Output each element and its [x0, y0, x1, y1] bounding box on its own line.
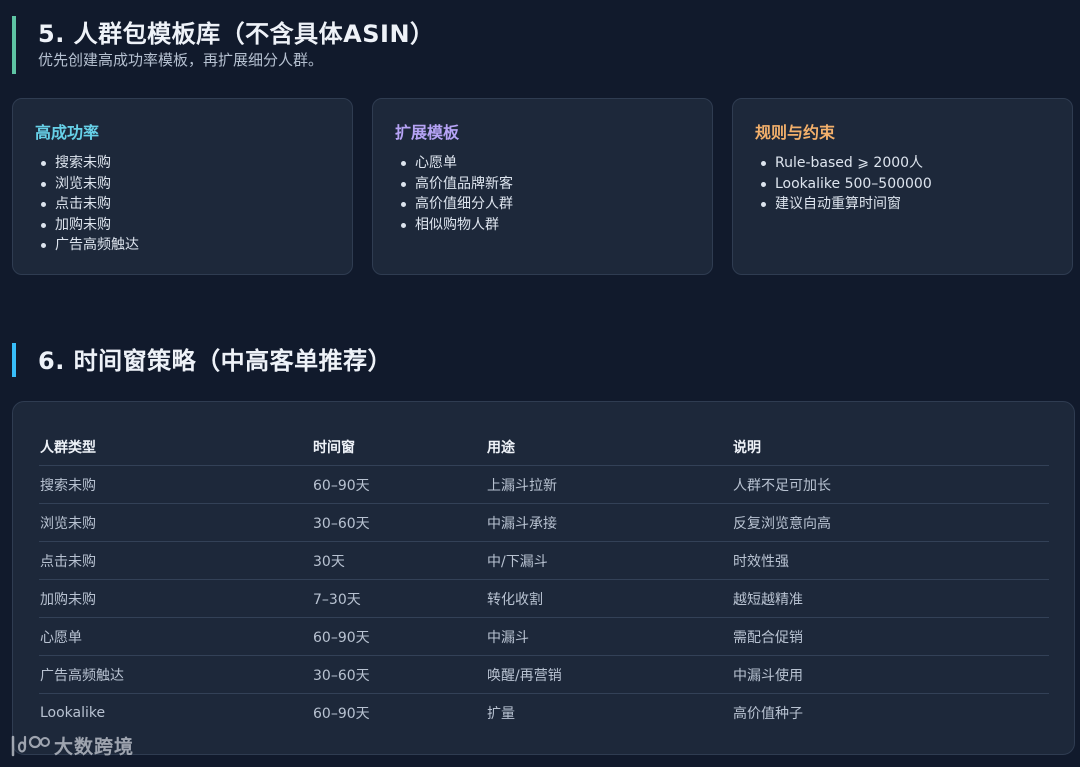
table-cell: 唤醒/再营销	[486, 655, 732, 694]
table-cell: 30–60天	[312, 655, 486, 694]
table-cell: 转化收割	[486, 579, 732, 618]
table-cell: 扩量	[487, 705, 515, 722]
table-cell: 广告高频触达	[39, 655, 312, 694]
table-cell: 时效性强	[732, 541, 1049, 580]
list-item-label: Rule-based ⩾ 2000人	[775, 155, 924, 171]
section-6-title: 6. 时间窗策略（中高客单推荐）	[38, 347, 393, 375]
list-item: Lookalike 500–500000	[755, 174, 1050, 195]
bullet-icon	[401, 181, 406, 187]
table-cell: 心愿单	[39, 617, 312, 656]
table-row: 心愿单 60–90天 中漏斗 需配合促销	[39, 617, 1049, 656]
table-cell: 30–60天	[312, 503, 486, 542]
list-item: 相似购物人群	[395, 215, 690, 236]
list-item: 加购未购	[35, 215, 330, 236]
list-item: 高价值细分人群	[395, 194, 690, 215]
bullet-icon	[761, 202, 766, 207]
table-cell: 反复浏览意向高	[732, 503, 1049, 542]
section-6-header: 6. 时间窗策略（中高客单推荐）	[12, 343, 392, 377]
bullet-icon	[761, 181, 766, 187]
list-item: 浏览未购	[35, 174, 330, 195]
table-cell: 中/下漏斗	[486, 541, 732, 580]
table-row: 点击未购 30天 中/下漏斗 时效性强	[39, 541, 1049, 580]
table-row: 广告高频触达 30–60天 唤醒/再营销 中漏斗使用	[39, 655, 1049, 694]
table-row: Lookalike 60–90天 扩量 高价值种子	[39, 694, 1049, 732]
table-cell: 需配合促销	[732, 617, 1049, 656]
bullet-icon	[401, 222, 406, 228]
bullet-icon	[41, 202, 46, 207]
table-cell: 30天	[312, 541, 486, 580]
watermark: 大数跨境	[10, 732, 134, 759]
list-item-label: 搜索未购	[55, 155, 111, 171]
bullet-icon	[401, 202, 406, 207]
table-cell: 7–30天	[312, 579, 486, 618]
list-item: 广告高频触达	[35, 235, 330, 256]
list-item: Rule-based ⩾ 2000人	[755, 153, 1050, 174]
list-item: 点击未购	[35, 194, 330, 215]
list-item: 建议自动重算时间窗	[755, 194, 1050, 215]
table-cell: 高价值种子	[733, 705, 803, 722]
table-cell: 上漏斗拉新	[486, 465, 732, 504]
table-cell: 60–90天	[312, 465, 486, 504]
table-cell: 搜索未购	[39, 465, 312, 504]
list-item: 搜索未购	[35, 153, 330, 174]
page: 5. 人群包模板库（不含具体ASIN） 优先创建高成功率模板，再扩展细分人群。 …	[0, 0, 1080, 767]
card-title: 扩展模板	[395, 123, 460, 142]
card-list: Rule-based ⩾ 2000人 Lookalike 500–500000 …	[755, 153, 1050, 215]
table-row: 搜索未购 60–90天 上漏斗拉新 人群不足可加长	[39, 465, 1049, 504]
list-item-label: 广告高频触达	[55, 237, 139, 253]
column-header-note: 说明	[732, 428, 1049, 466]
list-item-label: 加购未购	[55, 216, 111, 233]
table-cell: 浏览未购	[39, 503, 312, 542]
table-header-row: 人群类型 时间窗 用途 说明	[39, 428, 1049, 466]
table-cell: 60–90天	[312, 617, 486, 656]
bullet-icon	[41, 222, 46, 228]
list-item-label: 浏览未购	[55, 175, 111, 192]
card-list: 心愿单 高价值品牌新客 高价值细分人群 相似购物人群	[395, 153, 690, 235]
column-header-window: 时间窗	[312, 428, 486, 466]
template-cards: 高成功率 搜索未购 浏览未购 点击未购 加购未购 广告高频触达 扩展模板 心愿单…	[12, 98, 1075, 278]
table-cell: Lookalike	[40, 704, 106, 721]
time-window-table-card: 人群类型 时间窗 用途 说明 搜索未购 60–90天 上漏斗拉新 人群不足可加长…	[12, 401, 1075, 755]
bullet-icon	[41, 161, 46, 166]
table-cell: 越短越精准	[732, 579, 1049, 618]
ido-logo-icon	[11, 735, 50, 756]
bullet-icon	[401, 161, 406, 166]
bullet-icon	[41, 243, 46, 248]
watermark-text: 大数跨境	[54, 736, 135, 758]
card-title: 高成功率	[35, 123, 100, 142]
section-5-subtitle: 优先创建高成功率模板，再扩展细分人群。	[38, 51, 324, 69]
list-item: 高价值品牌新客	[395, 174, 690, 195]
table-cell: 人群不足可加长	[732, 465, 1049, 504]
list-item-label: 建议自动重算时间窗	[775, 196, 901, 212]
card-high-success: 高成功率 搜索未购 浏览未购 点击未购 加购未购 广告高频触达	[12, 98, 353, 275]
card-rules: 规则与约束 Rule-based ⩾ 2000人 Lookalike 500–5…	[732, 98, 1073, 275]
table-cell: 点击未购	[39, 541, 312, 580]
card-expansion: 扩展模板 心愿单 高价值品牌新客 高价值细分人群 相似购物人群	[372, 98, 713, 275]
card-list: 搜索未购 浏览未购 点击未购 加购未购 广告高频触达	[35, 153, 330, 256]
section-5-header: 5. 人群包模板库（不含具体ASIN） 优先创建高成功率模板，再扩展细分人群。	[12, 16, 435, 74]
table-cell: 中漏斗承接	[486, 503, 732, 542]
column-header-audience: 人群类型	[39, 428, 312, 466]
bullet-icon	[761, 161, 766, 166]
table-cell: 60–90天	[313, 705, 370, 722]
list-item-label: Lookalike 500–500000	[775, 175, 932, 192]
table-row: 浏览未购 30–60天 中漏斗承接 反复浏览意向高	[39, 503, 1049, 542]
table-cell: 加购未购	[39, 579, 312, 618]
section-5-title: 5. 人群包模板库（不含具体ASIN）	[38, 20, 435, 48]
list-item-label: 高价值细分人群	[415, 196, 513, 212]
list-item-label: 心愿单	[415, 155, 457, 171]
column-header-purpose: 用途	[486, 428, 732, 466]
time-window-table: 人群类型 时间窗 用途 说明 搜索未购 60–90天 上漏斗拉新 人群不足可加长…	[39, 428, 1049, 731]
list-item: 心愿单	[395, 153, 690, 174]
list-item-label: 高价值品牌新客	[415, 175, 513, 192]
table-cell: 中漏斗	[486, 617, 732, 656]
list-item-label: 相似购物人群	[415, 216, 499, 233]
table-row: 加购未购 7–30天 转化收割 越短越精准	[39, 579, 1049, 618]
table-cell: 中漏斗使用	[732, 655, 1049, 694]
card-title: 规则与约束	[755, 123, 836, 142]
bullet-icon	[41, 181, 46, 187]
list-item-label: 点击未购	[55, 196, 111, 212]
